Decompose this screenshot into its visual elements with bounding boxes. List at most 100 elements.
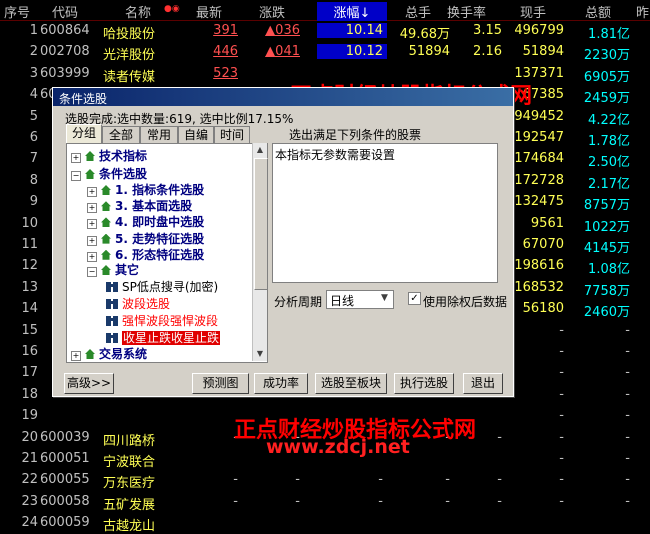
tab-common[interactable]: 常用: [140, 126, 178, 143]
cell-code: 600051: [40, 451, 90, 466]
collapse-icon[interactable]: −: [87, 267, 97, 277]
exit-button[interactable]: 退出: [463, 373, 503, 394]
cell-no: 7: [29, 151, 38, 167]
cell-cur: 51894: [522, 44, 564, 60]
scroll-up-icon[interactable]: ▲: [253, 143, 267, 157]
col-header-name[interactable]: 名称: [125, 2, 151, 21]
tree-node-label: 1. 指标条件选股: [115, 183, 205, 197]
tree-leaf-sp[interactable]: SP低点搜寻(加密): [105, 278, 218, 295]
cell-name: 古越龙山: [103, 519, 156, 534]
cell-amt: 1022万: [583, 219, 630, 235]
cell-cur: 496799: [514, 23, 564, 38]
tree-node-group[interactable]: +4. 即时盘中选股: [87, 213, 204, 230]
cell-tot: 49.68万: [399, 27, 450, 42]
cell-amt: 2459万: [583, 91, 630, 107]
table-row[interactable]: 24 600059 古越龙山: [0, 512, 650, 534]
tab-time[interactable]: 时间: [214, 126, 250, 143]
cell-amt: -: [625, 451, 630, 466]
cell-amt: 6905万: [583, 69, 630, 85]
expand-icon[interactable]: +: [87, 187, 97, 197]
scroll-down-icon[interactable]: ▼: [253, 347, 267, 361]
tree-node-tech[interactable]: + 技术指标: [71, 147, 147, 164]
table-row[interactable]: 2 002708 光洋股份 446 ▲041 10.12 51894 2.16 51894 223…: [0, 41, 650, 63]
table-row[interactable]: 22 600055 万东医疗 - - - - - - -: [0, 469, 650, 491]
cell-chg: ▲041: [265, 44, 300, 60]
cell-amt: 8757万: [583, 198, 630, 214]
cell-no: 6: [29, 130, 38, 145]
cell-amt: -: [625, 344, 630, 359]
expand-icon[interactable]: +: [87, 219, 97, 230]
description-text: 本指标无参数需要设置: [275, 148, 396, 162]
cell-code: 002708: [40, 44, 90, 60]
expand-icon[interactable]: +: [87, 235, 97, 246]
col-header-prev[interactable]: 昨: [636, 2, 649, 21]
expand-icon[interactable]: +: [87, 203, 97, 214]
tree-node-other[interactable]: − 其它: [87, 261, 139, 278]
adjust-checkbox[interactable]: ✓: [408, 292, 421, 305]
col-header-tot[interactable]: 总手: [405, 2, 431, 21]
table-row[interactable]: 1 600864 哈投股份 391 ▲036 10.14 49.68万 3.15 496799 1…: [0, 20, 650, 42]
cell-new: 391: [213, 23, 238, 38]
cell-amt: 4145万: [583, 241, 630, 256]
tree-node-group[interactable]: +3. 基本面选股: [87, 197, 192, 214]
dialog-titlebar[interactable]: 条件选股: [53, 88, 513, 106]
advanced-button[interactable]: 高级>>: [64, 373, 114, 394]
cell-turn: -: [497, 493, 502, 509]
col-header-amt[interactable]: 总额: [585, 2, 611, 21]
period-value: 日线: [330, 294, 355, 308]
cell-pct: 10.12: [317, 44, 387, 60]
cell-amt: 2230万: [583, 48, 630, 64]
formula-tree[interactable]: + 技术指标 − 条件选股 +1. 指标条件选股 +3. 基本面选股 +4. 即时盘中选…: [66, 143, 268, 363]
tree-node-cond[interactable]: − 条件选股: [71, 165, 147, 182]
cell-name: 万东医疗: [103, 476, 156, 492]
col-header-pct[interactable]: 涨幅↓: [317, 2, 387, 21]
cell-chg: ▲036: [265, 23, 300, 38]
col-header-new[interactable]: 最新: [196, 2, 222, 21]
collapse-icon[interactable]: −: [71, 171, 81, 181]
dialog-title: 条件选股: [59, 92, 108, 106]
preview-button[interactable]: 预测图: [192, 373, 249, 394]
home-icon: [101, 265, 111, 275]
expand-icon[interactable]: +: [71, 153, 81, 163]
table-row[interactable]: 23 600058 五矿发展 - - - - - - -: [0, 491, 650, 513]
watermark-url-bottom: www.zdcj.net: [266, 436, 410, 458]
cell-amt: 2.50亿: [588, 155, 630, 171]
col-header-no[interactable]: 序号: [4, 2, 30, 21]
expand-icon[interactable]: +: [71, 351, 81, 361]
tab-group[interactable]: 分组: [66, 124, 102, 144]
tree-node-trade[interactable]: + 交易系统: [71, 345, 147, 362]
cell-amt: 1.78亿: [588, 134, 630, 149]
cell-no: 22: [21, 472, 38, 488]
tree-node-group[interactable]: +5. 走势特征选股: [87, 230, 204, 247]
cell-no: 20: [21, 429, 38, 445]
cell-new: 446: [213, 44, 238, 60]
tab-custom[interactable]: 自编: [178, 126, 214, 143]
period-select[interactable]: 日线 ▼: [326, 290, 394, 309]
cell-no: 11: [21, 237, 38, 252]
tree-node-label: 3. 基本面选股: [115, 199, 193, 214]
home-icon: [85, 349, 95, 359]
success-rate-button[interactable]: 成功率: [254, 373, 308, 394]
cell-new: -: [233, 429, 238, 445]
cell-tot: -: [445, 493, 450, 509]
to-block-button[interactable]: 选股至板块: [315, 373, 387, 394]
scroll-thumb[interactable]: [254, 158, 268, 290]
col-header-chg[interactable]: 涨跌: [259, 2, 285, 21]
cell-no: 24: [21, 515, 38, 531]
col-header-cur[interactable]: 现手: [520, 2, 546, 21]
col-header-code[interactable]: 代码: [52, 2, 78, 21]
execute-button[interactable]: 执行选股: [394, 373, 454, 394]
sort-dots-icon: ●◉: [164, 4, 180, 14]
binoculars-icon: [105, 332, 119, 344]
chevron-down-icon[interactable]: ▼: [381, 293, 388, 303]
col-header-turn[interactable]: 换手率: [447, 2, 486, 21]
tree-leaf-strong-wave[interactable]: 强悍波段强悍波段: [105, 312, 218, 329]
cell-amt: -: [625, 386, 630, 402]
tree-node-group[interactable]: +1. 指标条件选股: [87, 181, 204, 198]
tree-leaf-star-stop[interactable]: 收星止跌收星止跌: [105, 329, 221, 346]
tree-leaf-wave[interactable]: 波段选股: [105, 295, 170, 312]
tree-scrollbar[interactable]: ▲ ▼: [252, 143, 268, 361]
tab-all[interactable]: 全部: [102, 126, 140, 143]
period-label: 分析周期: [274, 295, 323, 309]
cell-no: 3: [29, 65, 38, 81]
